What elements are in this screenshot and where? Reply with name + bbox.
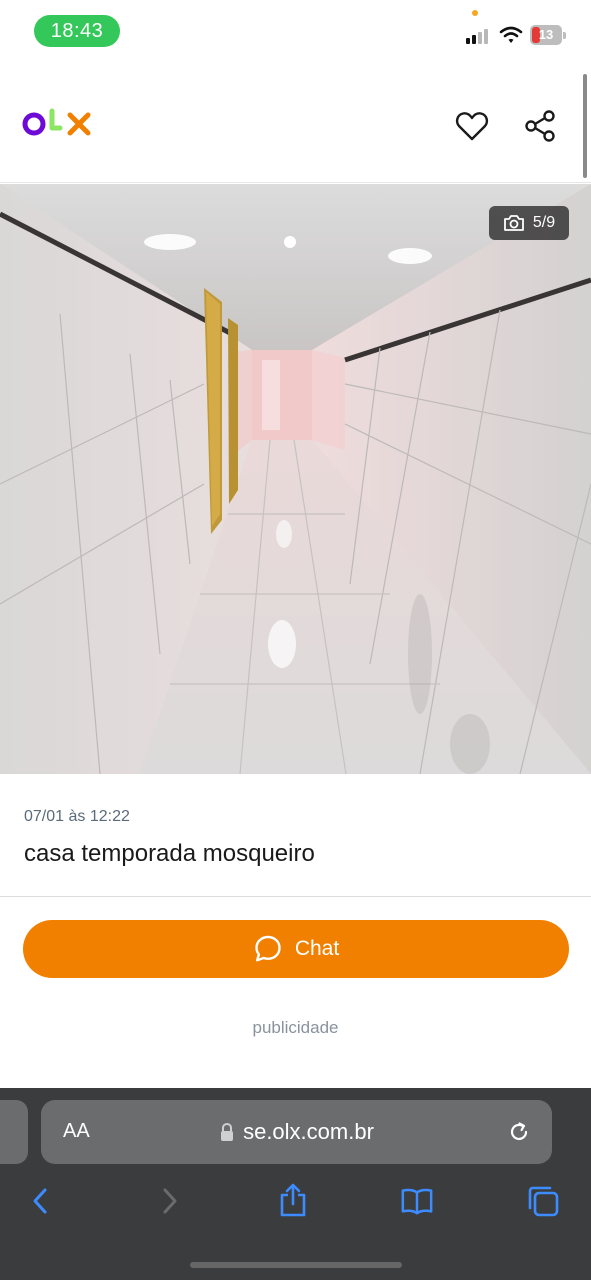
home-indicator[interactable] [190, 1262, 402, 1268]
share-page-button[interactable] [276, 1183, 310, 1218]
back-icon [33, 1188, 47, 1214]
app-header [0, 62, 591, 183]
ad-label: publicidade [252, 1018, 339, 1037]
forward-button[interactable] [152, 1184, 186, 1218]
lock-icon [221, 1122, 234, 1141]
status-bar: 18:43 13 [0, 0, 591, 62]
tabs-button[interactable] [526, 1184, 560, 1218]
listing-photo[interactable] [0, 184, 591, 774]
hallway-photo-image [0, 184, 591, 774]
reload-icon[interactable] [507, 1120, 531, 1144]
forward-icon [163, 1188, 177, 1214]
share-icon [525, 110, 555, 142]
battery-level: 13 [538, 27, 554, 42]
bookmarks-button[interactable] [400, 1184, 434, 1218]
listing-title: casa temporada mosqueiro [24, 840, 315, 867]
heart-icon [455, 112, 489, 141]
back-button[interactable] [24, 1184, 58, 1218]
olx-logo[interactable] [22, 102, 96, 142]
address-bar[interactable]: se.olx.com.br AA [41, 1100, 552, 1164]
share-button[interactable] [522, 108, 558, 144]
scroll-indicator[interactable] [583, 74, 587, 178]
url-display[interactable]: se.olx.com.br [41, 1100, 552, 1164]
cellular-signal-icon [466, 28, 494, 44]
url-text: se.olx.com.br [243, 1119, 374, 1144]
battery-icon: 13 [530, 25, 566, 45]
text-size-button[interactable]: AA [63, 1120, 90, 1143]
listing-date: 07/01 às 12:22 [24, 808, 130, 825]
tabs-icon [528, 1186, 559, 1217]
divider [0, 896, 591, 897]
browser-toolbar: se.olx.com.br AA [0, 1088, 591, 1280]
bookmarks-icon [401, 1188, 433, 1215]
chat-button[interactable]: Chat [23, 920, 569, 978]
status-time: 18:43 [34, 15, 120, 47]
previous-tab-preview[interactable] [0, 1100, 28, 1164]
chat-bubble-icon [255, 935, 281, 962]
privacy-indicator [472, 10, 478, 16]
chat-button-label: Chat [294, 937, 340, 960]
photo-counter: 5/9 [489, 206, 569, 240]
favorite-button[interactable] [454, 108, 490, 144]
photo-counter-text: 5/9 [532, 214, 556, 231]
share-icon [280, 1183, 306, 1217]
camera-icon [503, 215, 524, 231]
wifi-icon [499, 26, 523, 43]
